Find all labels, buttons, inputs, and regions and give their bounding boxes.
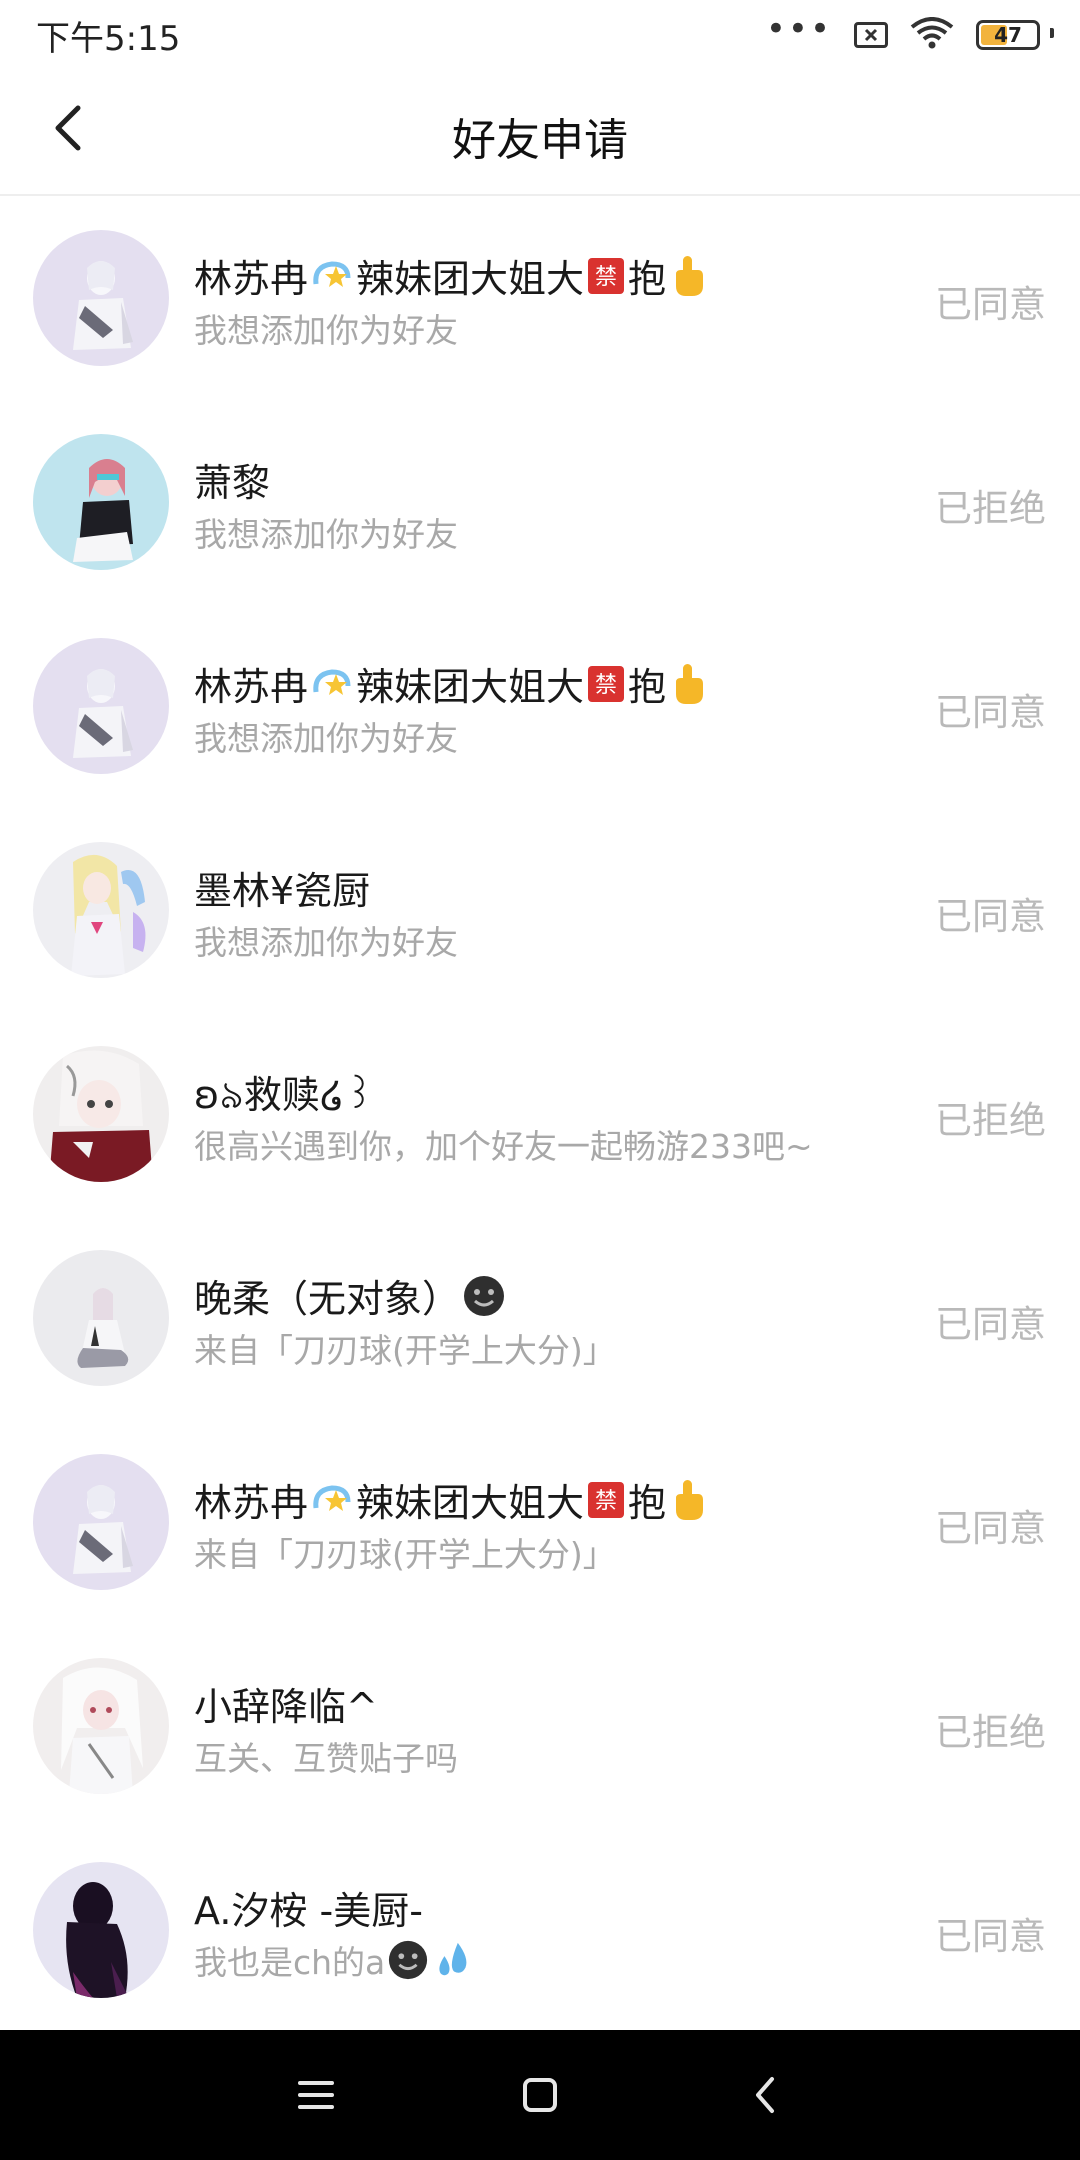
request-status: 已拒绝 <box>935 1711 1046 1754</box>
menu-icon <box>298 2081 334 2109</box>
requester-name: 墨林¥瓷厨 <box>194 869 371 913</box>
request-message: 我想添加你为好友 <box>194 515 458 554</box>
requester-name: 晚柔（无对象） <box>194 1268 508 1323</box>
back-triangle-icon <box>756 2077 774 2113</box>
avatar[interactable] <box>33 1250 169 1386</box>
request-status: 已拒绝 <box>935 1099 1046 1142</box>
avatar[interactable] <box>33 1046 169 1182</box>
request-status: 已同意 <box>935 895 1046 938</box>
request-status: 已同意 <box>935 1507 1046 1550</box>
request-status: 已同意 <box>935 283 1046 326</box>
dizzy-star-icon <box>313 260 351 287</box>
avatar[interactable] <box>33 638 169 774</box>
avatar[interactable] <box>33 1658 169 1794</box>
forbidden-sign-icon: 禁 <box>588 665 625 702</box>
forbidden-sign-icon: 禁 <box>588 1481 625 1518</box>
request-status: 已同意 <box>935 1303 1046 1346</box>
request-status: 已同意 <box>935 691 1046 734</box>
list-item[interactable]: 林苏冉 辣妹团大姐大 禁 抱 我想添加你为好友 已同意 <box>0 196 1080 400</box>
requester-name: 林苏冉 辣妹团大姐大 禁 抱 <box>194 248 710 303</box>
request-status: 已同意 <box>935 1915 1046 1958</box>
requester-name: 小辞降临^ <box>194 1685 378 1729</box>
request-message: 我想添加你为好友 <box>194 923 458 962</box>
status-bar: 下午5:15 ••• 47 <box>0 0 1080 70</box>
pointing-hand-icon <box>676 255 704 296</box>
black-smiley-icon <box>464 1275 505 1316</box>
requester-name: 林苏冉 辣妹团大姐大 禁 抱 <box>194 1472 710 1527</box>
dizzy-star-icon <box>313 1484 351 1511</box>
list-item[interactable]: A.汐桉 -美厨- 我也是ch的a 已同意 <box>0 1828 1080 2032</box>
avatar[interactable] <box>33 842 169 978</box>
request-message: 来自「刀刃球(开学上大分)」 <box>194 1331 616 1370</box>
avatar[interactable] <box>33 434 169 570</box>
pointing-hand-icon <box>676 663 704 704</box>
friend-request-list: 林苏冉 辣妹团大姐大 禁 抱 我想添加你为好友 已同意 萧黎 我想添加你为好友 … <box>0 196 1080 2032</box>
more-dots-icon: ••• <box>765 9 832 49</box>
requester-name: A.汐桉 -美厨- <box>194 1889 423 1933</box>
dizzy-star-icon <box>313 668 351 695</box>
request-message: 来自「刀刃球(开学上大分)」 <box>194 1535 616 1574</box>
system-nav-bar <box>0 2030 1080 2160</box>
list-item[interactable]: 小辞降临^ 互关、互赞贴子吗 已拒绝 <box>0 1624 1080 1828</box>
request-message: 我想添加你为好友 <box>194 719 458 758</box>
request-message: 我也是ch的a <box>194 1936 477 1984</box>
forbidden-sign-icon: 禁 <box>588 257 625 294</box>
avatar[interactable] <box>33 1862 169 1998</box>
page-title: 好友申请 <box>452 115 628 166</box>
list-item[interactable]: 林苏冉 辣妹团大姐大 禁 抱 我想添加你为好友 已同意 <box>0 604 1080 808</box>
list-item[interactable]: 墨林¥瓷厨 我想添加你为好友 已同意 <box>0 808 1080 1012</box>
list-item[interactable]: ʚ৯救赎໒꒱ 很高兴遇到你，加个好友一起畅游233吧~ 已拒绝 <box>0 1012 1080 1216</box>
home-button[interactable] <box>510 2065 570 2125</box>
battery-level: 47 <box>994 23 1022 47</box>
list-item[interactable]: 林苏冉 辣妹团大姐大 禁 抱 来自「刀刃球(开学上大分)」 已同意 <box>0 1420 1080 1624</box>
request-message: 互关、互赞贴子吗 <box>194 1739 458 1778</box>
status-icons: ••• 47 <box>766 12 1054 53</box>
svg-text:禁: 禁 <box>595 673 617 698</box>
home-square-icon <box>523 2078 557 2112</box>
requester-name: 林苏冉 辣妹团大姐大 禁 抱 <box>194 656 710 711</box>
request-status: 已拒绝 <box>935 487 1046 530</box>
request-message: 很高兴遇到你，加个好友一起畅游233吧~ <box>194 1127 813 1166</box>
avatar[interactable] <box>33 230 169 366</box>
svg-text:禁: 禁 <box>595 265 617 290</box>
no-sim-icon <box>854 22 888 48</box>
battery-icon: 47 <box>976 20 1054 50</box>
pointing-hand-icon <box>676 1479 704 1520</box>
svg-text:禁: 禁 <box>595 1489 617 1514</box>
black-smiley-icon <box>389 1940 428 1980</box>
list-item[interactable]: 晚柔（无对象） 来自「刀刃球(开学上大分)」 已同意 <box>0 1216 1080 1420</box>
sweat-drops-icon <box>439 1942 467 1976</box>
request-message: 我想添加你为好友 <box>194 311 458 350</box>
menu-button[interactable] <box>286 2065 346 2125</box>
avatar[interactable] <box>33 1454 169 1590</box>
wifi-icon <box>910 17 954 53</box>
status-time: 下午5:15 <box>36 18 181 59</box>
title-bar: 好友申请 <box>0 70 1080 196</box>
requester-name: 萧黎 <box>194 461 271 505</box>
nav-back-button[interactable] <box>736 2065 796 2125</box>
list-item[interactable]: 萧黎 我想添加你为好友 已拒绝 <box>0 400 1080 604</box>
